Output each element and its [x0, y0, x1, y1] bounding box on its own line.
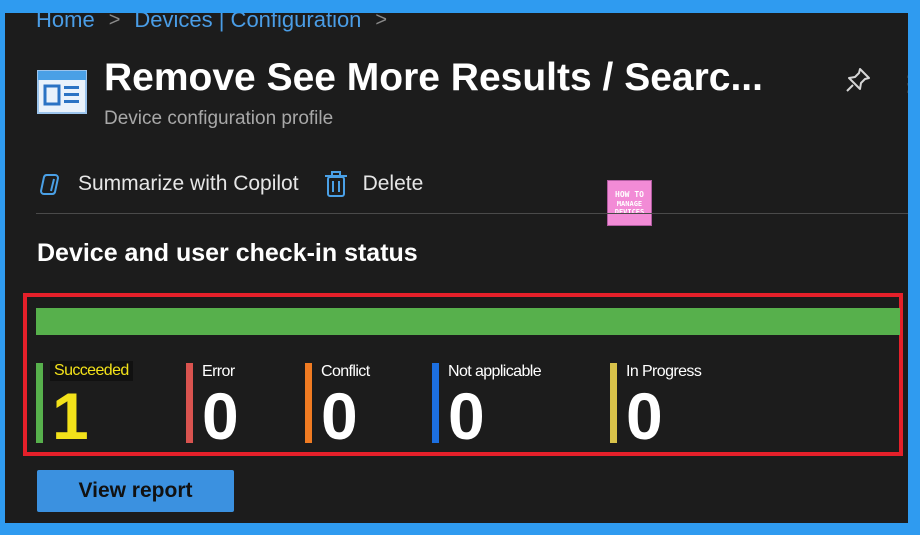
check-in-progress-bar [36, 308, 900, 335]
stat-conflict-value: 0 [321, 379, 358, 453]
breadcrumb-devices-configuration[interactable]: Devices | Configuration [134, 13, 361, 33]
page-subtitle: Device configuration profile [104, 108, 334, 129]
divider [36, 213, 908, 214]
stat-succeeded-label: Succeeded [50, 361, 133, 381]
logo-line-2: MANAGE [616, 199, 643, 208]
chevron-right-icon: > [108, 13, 121, 31]
chevron-right-icon: > [375, 13, 388, 31]
copilot-label: Summarize with Copilot [78, 172, 299, 195]
logo-line-1: HOW TO [615, 189, 644, 199]
breadcrumb-home[interactable]: Home [36, 13, 95, 33]
section-title: Device and user check-in status [37, 239, 418, 267]
progress-fill-succeeded [36, 308, 900, 335]
delete-button[interactable]: Delete [321, 169, 424, 199]
how-to-manage-devices-logo: HOW TO MANAGE DEVICES [607, 180, 652, 226]
page-title: Remove See More Results / Searc... [104, 56, 763, 99]
stat-not-applicable-color-bar [432, 363, 439, 443]
stat-in-progress-color-bar [610, 363, 617, 443]
stat-error-value: 0 [202, 379, 239, 453]
stat-error-color-bar [186, 363, 193, 443]
app-window: Home > Devices | Configuration > Remove … [5, 13, 908, 523]
stat-not-applicable-value: 0 [448, 379, 485, 453]
logo-line-3: DEVICES [614, 207, 645, 216]
stat-succeeded-value: 1 [52, 379, 89, 453]
summarize-with-copilot-button[interactable]: Summarize with Copilot [36, 169, 299, 199]
pin-icon[interactable] [843, 65, 873, 95]
stat-succeeded-color-bar [36, 363, 43, 443]
ellipsis-icon[interactable]: ⋮ [898, 71, 908, 97]
copilot-icon [39, 174, 60, 195]
trash-icon [324, 171, 347, 197]
delete-label: Delete [362, 172, 424, 195]
command-bar: Summarize with Copilot Delete [36, 163, 423, 205]
stat-conflict-color-bar [305, 363, 312, 443]
breadcrumb: Home > Devices | Configuration > [36, 13, 387, 35]
stat-in-progress-value: 0 [626, 379, 663, 453]
view-report-button[interactable]: View report [37, 470, 234, 512]
profile-icon [37, 70, 87, 114]
